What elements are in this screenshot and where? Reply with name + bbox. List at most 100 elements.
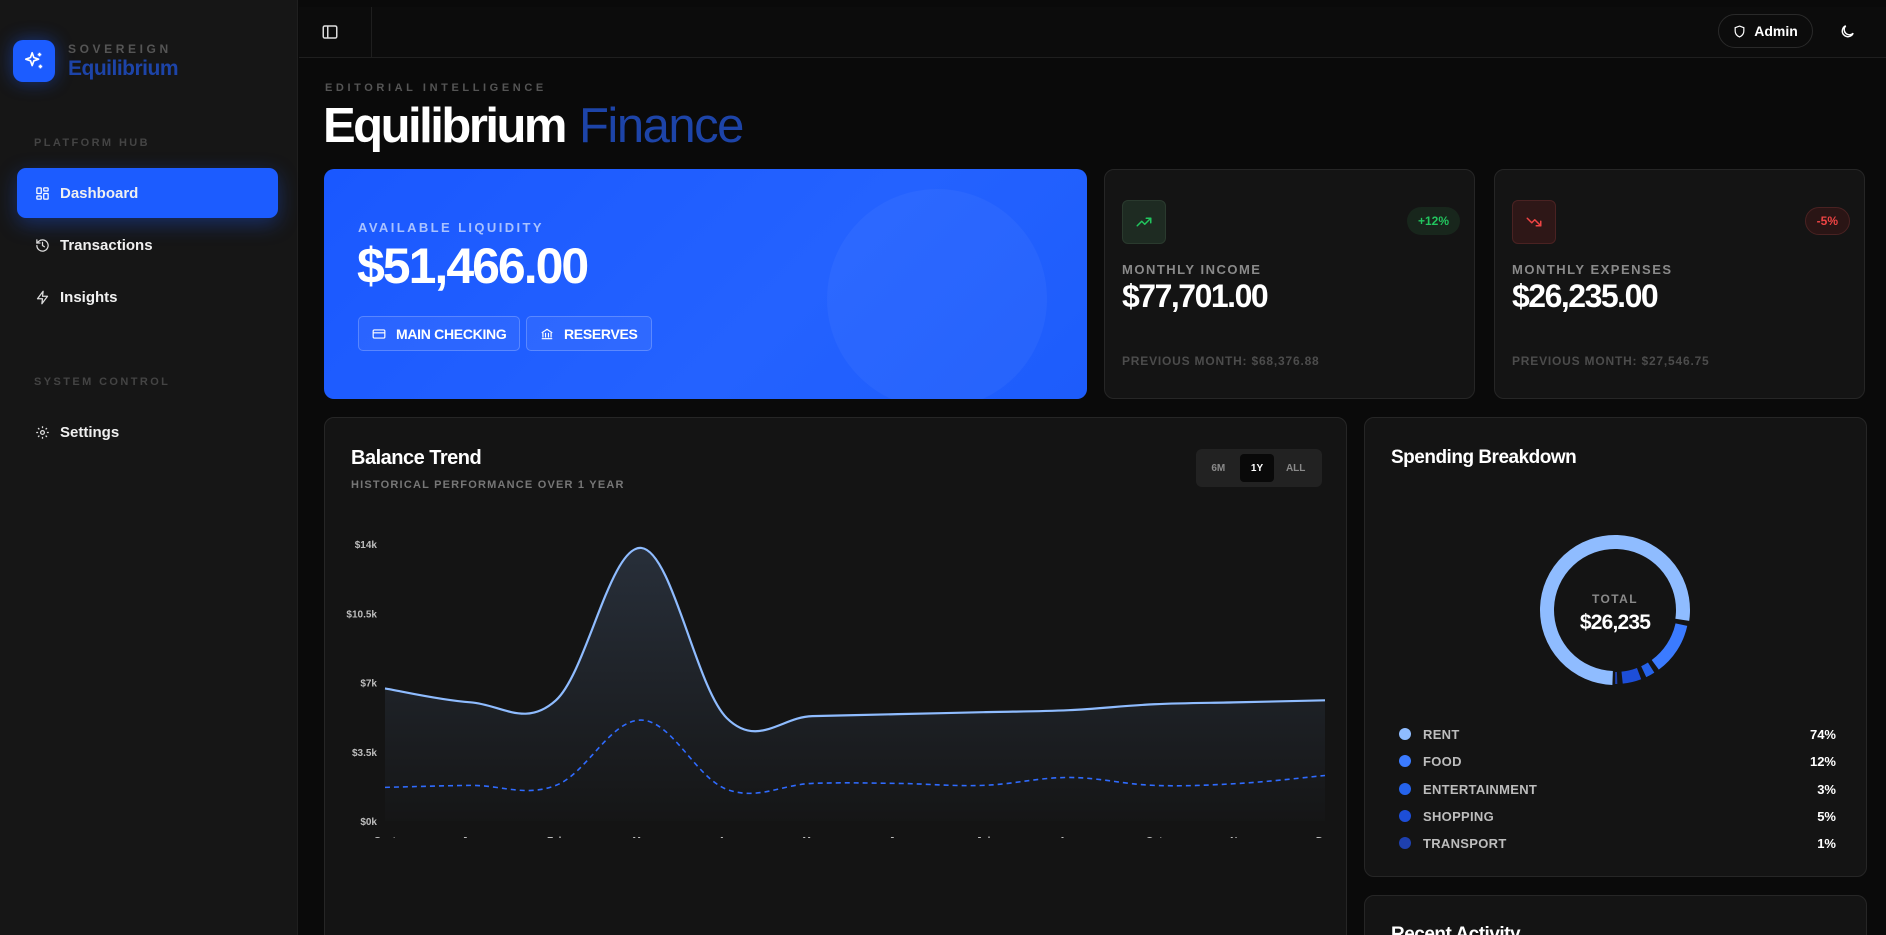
admin-button[interactable]: Admin <box>1718 14 1813 48</box>
x-tick-label: Jun <box>889 836 907 838</box>
donut-total-label: TOTAL <box>1592 592 1638 606</box>
legend-dot <box>1399 755 1411 767</box>
shield-icon <box>1734 24 1745 38</box>
y-tick-label: $0k <box>360 817 377 828</box>
liquidity-card: AVAILABLE LIQUIDITY $51,466.00 MAIN CHEC… <box>324 169 1087 399</box>
topbar: Admin <box>299 7 1886 58</box>
moon-icon[interactable] <box>1839 23 1857 41</box>
legend-item-transport: TRANSPORT 1% <box>1399 833 1836 853</box>
topbar-divider <box>371 7 372 58</box>
legend-dot <box>1399 728 1411 740</box>
sparkle-icon <box>13 40 55 82</box>
page-eyebrow: EDITORIAL INTELLIGENCE <box>325 82 547 94</box>
account-main-checking[interactable]: MAIN CHECKING <box>358 316 521 351</box>
spending-donut-chart <box>1540 535 1690 685</box>
bank-icon <box>541 328 553 339</box>
brand-name: Equilibrium <box>68 56 179 80</box>
legend-dot <box>1399 810 1411 822</box>
legend-percent: 74% <box>1809 726 1836 742</box>
expenses-change-badge: -5% <box>1804 207 1850 235</box>
y-tick-label: $3.5k <box>352 748 377 759</box>
admin-label: Admin <box>1754 23 1798 39</box>
trending-up-icon <box>1122 200 1166 244</box>
expenses-value: $26,235.00 <box>1512 278 1659 314</box>
spending-title: Spending Breakdown <box>1391 447 1577 468</box>
card-icon <box>372 328 386 339</box>
income-value: $77,701.00 <box>1122 278 1269 314</box>
sidebar-item-transactions[interactable]: Transactions <box>17 220 278 270</box>
y-tick-label: $10.5k <box>346 609 377 620</box>
y-tick-label: $7k <box>360 679 377 690</box>
income-title: MONTHLY INCOME <box>1122 262 1262 277</box>
series-line-primary <box>384 546 1326 733</box>
brand-subtitle: SOVEREIGN <box>68 41 172 56</box>
balance-trend-chart: $0k $3.5k $7k $10.5k $14k Sept Jan Feb Mar Apr May… <box>346 540 1335 838</box>
nav-heading-system: SYSTEM CONTROL <box>34 376 171 388</box>
donut-segment-food <box>1541 536 1689 684</box>
legend-name: SHOPPING <box>1423 808 1495 824</box>
income-change-badge: +12% <box>1406 207 1460 235</box>
brand[interactable]: SOVEREIGN Equilibrium <box>13 40 179 82</box>
account-reserves[interactable]: RESERVES <box>526 316 652 351</box>
sidebar: SOVEREIGN Equilibrium PLATFORM HUB Dashb… <box>0 0 298 935</box>
sidebar-item-label: Transactions <box>60 236 153 254</box>
legend-item-shopping: SHOPPING 5% <box>1399 806 1836 826</box>
page-title-accent: Finance <box>579 99 744 153</box>
sidebar-item-label: Dashboard <box>60 184 139 202</box>
gear-icon <box>34 424 50 440</box>
recent-activity-title: Recent Activity <box>1391 924 1521 935</box>
legend-percent: 12% <box>1809 753 1836 769</box>
spending-breakdown-card: Spending Breakdown TOTAL $26,235 RENT 74… <box>1364 417 1867 877</box>
x-tick-label: Nov <box>1230 836 1249 838</box>
x-tick-label: Apr <box>718 836 735 838</box>
sidebar-item-dashboard[interactable]: Dashboard <box>17 168 278 218</box>
expenses-title: MONTHLY EXPENSES <box>1512 262 1673 277</box>
legend-item-food: FOOD 12% <box>1399 751 1836 771</box>
balance-trend-card: Balance Trend HISTORICAL PERFORMANCE OVE… <box>324 417 1347 935</box>
donut-total-value: $26,235 <box>1579 611 1651 634</box>
x-tick-label: Jan <box>462 836 479 838</box>
liquidity-value: $51,466.00 <box>357 238 589 294</box>
y-tick-label: $14k <box>355 540 378 551</box>
income-previous: PREVIOUS MONTH: $68,376.88 <box>1122 354 1320 368</box>
legend-name: TRANSPORT <box>1423 835 1507 851</box>
legend-item-rent: RENT 74% <box>1399 724 1836 744</box>
page-title: Equilibrium Finance <box>323 98 744 154</box>
x-tick-label: Aug <box>1059 836 1078 838</box>
x-tick-label: Mar <box>632 836 650 838</box>
sidebar-item-label: Insights <box>60 288 118 306</box>
legend-name: RENT <box>1423 726 1460 742</box>
page-title-main: Equilibrium <box>323 99 568 153</box>
sidebar-item-label: Settings <box>60 423 120 441</box>
account-label: MAIN CHECKING <box>396 325 507 342</box>
donut-segment-entertainment <box>1541 536 1689 684</box>
legend-dot <box>1399 837 1411 849</box>
income-card: +12% MONTHLY INCOME $77,701.00 PREVIOUS … <box>1104 169 1475 399</box>
sidebar-item-insights[interactable]: Insights <box>17 272 278 322</box>
recent-activity-card: Recent Activity <box>1364 895 1867 935</box>
account-label: RESERVES <box>564 325 638 342</box>
legend-item-entertainment: ENTERTAINMENT 3% <box>1399 779 1836 799</box>
legend-name: ENTERTAINMENT <box>1423 781 1538 797</box>
legend-dot <box>1399 783 1411 795</box>
sidebar-item-settings[interactable]: Settings <box>17 407 278 457</box>
legend-percent: 3% <box>1817 781 1836 797</box>
legend-percent: 5% <box>1817 808 1836 824</box>
x-tick-label: Oct <box>1146 836 1163 838</box>
donut-segment-shopping <box>1541 536 1689 684</box>
x-tick-label: Sept <box>374 836 396 838</box>
series-area <box>385 547 1325 821</box>
x-tick-label: May <box>803 836 823 838</box>
x-tick-label: Dec <box>1316 836 1335 838</box>
history-icon <box>34 237 50 253</box>
legend-percent: 1% <box>1817 835 1836 851</box>
sidebar-toggle-icon[interactable] <box>321 23 339 41</box>
x-tick-label: Feb <box>547 836 565 838</box>
lightning-icon <box>34 289 50 305</box>
nav-heading-platform: PLATFORM HUB <box>34 137 150 149</box>
legend-name: FOOD <box>1423 753 1462 769</box>
trending-down-icon <box>1512 200 1556 244</box>
expenses-previous: PREVIOUS MONTH: $27,546.75 <box>1512 354 1710 368</box>
expenses-card: -5% MONTHLY EXPENSES $26,235.00 PREVIOUS… <box>1494 169 1865 399</box>
x-tick-label: Jul <box>976 836 991 838</box>
